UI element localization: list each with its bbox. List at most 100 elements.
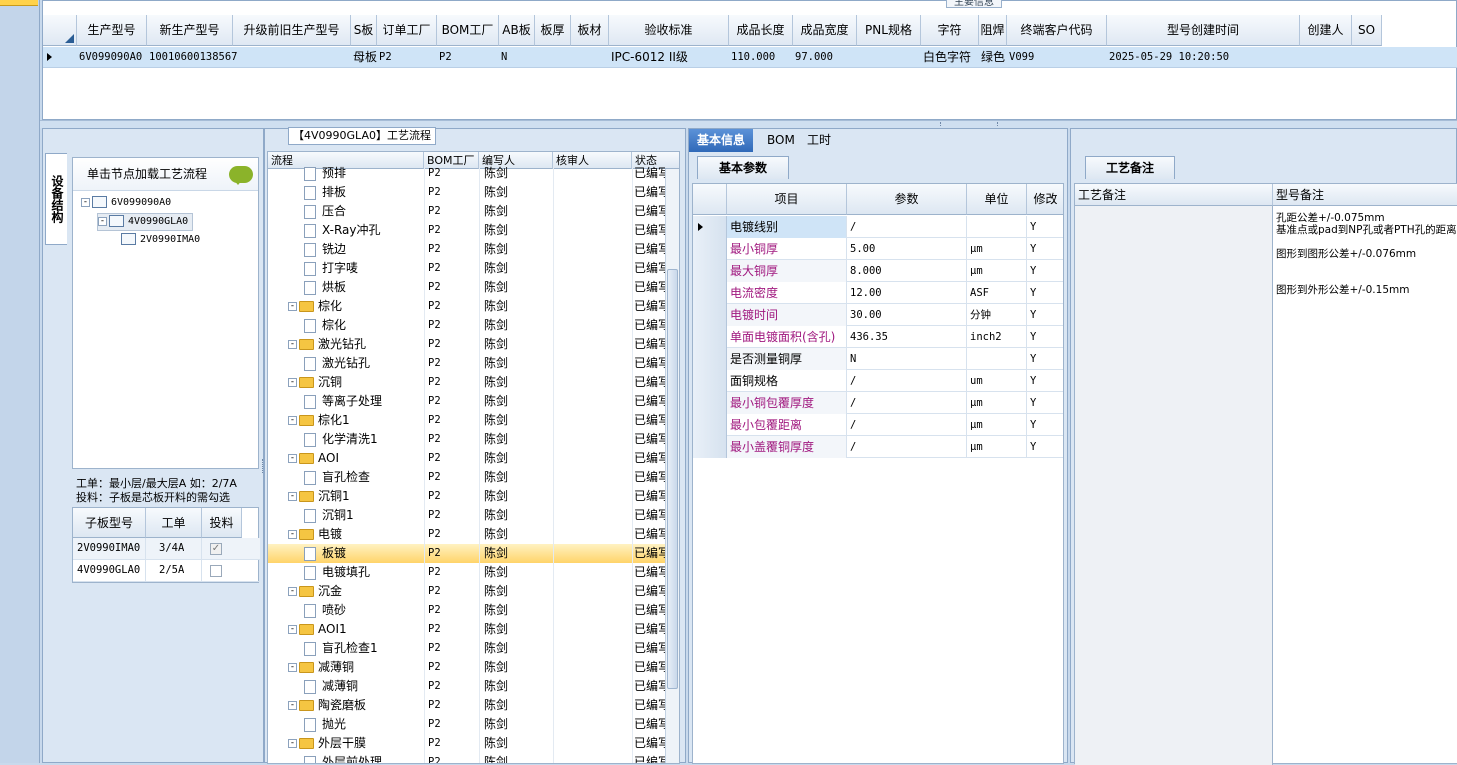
col-ab-board[interactable]: AB板 <box>499 15 535 46</box>
cell-width[interactable]: 97.000 <box>795 47 857 68</box>
collapse-icon[interactable]: - <box>98 216 107 226</box>
col-sub-model[interactable]: 子板型号 <box>73 508 146 538</box>
col-order[interactable]: 工单 <box>146 508 202 538</box>
cell-customer[interactable]: V099 <box>1009 47 1107 68</box>
col-solder[interactable]: 阻焊 <box>979 15 1007 46</box>
cell-ab-board[interactable]: N <box>501 47 535 68</box>
flow-row[interactable]: 减薄铜 P2 陈剑 已编写 <box>268 677 665 696</box>
collapse-icon[interactable]: - <box>288 416 297 425</box>
param-row[interactable]: 是否测量铜厚 N Y <box>693 348 1063 370</box>
flow-row[interactable]: - 沉铜 P2 陈剑 已编写 <box>268 373 665 392</box>
collapse-icon[interactable]: - <box>288 492 297 501</box>
col-item[interactable]: 项目 <box>727 184 847 215</box>
tree-node-grandchild[interactable]: 2V0990IMA0 <box>121 232 200 248</box>
param-value[interactable]: / <box>847 392 967 414</box>
flow-row[interactable]: 沉铜1 P2 陈剑 已编写 <box>268 506 665 525</box>
row-header[interactable] <box>693 414 727 436</box>
process-note-area[interactable] <box>1075 206 1273 765</box>
feed-checkbox[interactable] <box>210 565 222 577</box>
tab-basic-params[interactable]: 基本参数 <box>697 156 789 179</box>
cell-char[interactable]: 白色字符 <box>923 47 979 68</box>
col-new-model[interactable]: 新生产型号 <box>147 15 233 46</box>
row-header[interactable] <box>693 348 727 370</box>
flow-row[interactable]: 盲孔检查1 P2 陈剑 已编写 <box>268 639 665 658</box>
flow-row[interactable]: 棕化 P2 陈剑 已编写 <box>268 316 665 335</box>
col-unit[interactable]: 单位 <box>967 184 1027 215</box>
device-structure-tab[interactable]: 设备结构 <box>45 153 67 245</box>
flow-row[interactable]: 预排 P2 陈剑 已编写 <box>268 164 665 183</box>
collapse-icon[interactable]: - <box>288 302 297 311</box>
param-row[interactable]: 面铜规格 / um Y <box>693 370 1063 392</box>
scrollbar-thumb[interactable] <box>667 269 678 689</box>
flow-row[interactable]: - 陶瓷磨板 P2 陈剑 已编写 <box>268 696 665 715</box>
col-feed[interactable]: 投料 <box>202 508 242 538</box>
flow-row[interactable]: 外层前处理 P2 陈剑 已编写 <box>268 753 665 763</box>
flow-row[interactable]: - 电镀 P2 陈剑 已编写 <box>268 525 665 544</box>
col-acceptance[interactable]: 验收标准 <box>609 15 729 46</box>
tab-bom[interactable]: BOM <box>759 129 803 152</box>
col-length[interactable]: 成品长度 <box>729 15 793 46</box>
col-material[interactable]: 板材 <box>571 15 609 46</box>
flow-row[interactable]: - 减薄铜 P2 陈剑 已编写 <box>268 658 665 677</box>
tree-node-child[interactable]: - 4V0990GLA0 <box>97 213 194 231</box>
col-char[interactable]: 字符 <box>921 15 979 46</box>
collapse-icon[interactable]: - <box>288 739 297 748</box>
col-so[interactable]: SO <box>1352 15 1382 46</box>
flow-row[interactable]: X-Ray冲孔 P2 陈剑 已编写 <box>268 221 665 240</box>
col-creator[interactable]: 创建人 <box>1300 15 1352 46</box>
collapse-icon[interactable]: - <box>288 378 297 387</box>
col-s-board[interactable]: S板 <box>351 15 377 46</box>
param-row[interactable]: 最小盖覆铜厚度 / μm Y <box>693 436 1063 458</box>
flow-row[interactable]: 激光钻孔 P2 陈剑 已编写 <box>268 354 665 373</box>
param-row[interactable]: 最大铜厚 8.000 μm Y <box>693 260 1063 282</box>
cell-length[interactable]: 110.000 <box>731 47 793 68</box>
col-value[interactable]: 参数 <box>847 184 967 215</box>
flow-row[interactable]: 喷砂 P2 陈剑 已编写 <box>268 601 665 620</box>
col-production-model[interactable]: 生产型号 <box>77 15 147 46</box>
col-pnl[interactable]: PNL规格 <box>857 15 921 46</box>
collapse-icon[interactable]: - <box>81 197 90 207</box>
cell-acceptance[interactable]: IPC-6012 II级 <box>611 47 729 68</box>
col-created-time[interactable]: 型号创建时间 <box>1107 15 1300 46</box>
param-value[interactable]: 12.00 <box>847 282 967 304</box>
cell-bom-factory[interactable]: P2 <box>439 47 499 68</box>
tab-hours[interactable]: 工时 <box>799 129 839 152</box>
param-value[interactable]: 5.00 <box>847 238 967 260</box>
row-header[interactable] <box>693 392 727 414</box>
flow-row[interactable]: 电镀填孔 P2 陈剑 已编写 <box>268 563 665 582</box>
param-row[interactable]: 电镀线别 / Y <box>693 216 1063 238</box>
col-modify[interactable]: 修改 <box>1027 184 1063 215</box>
param-row[interactable]: 电镀时间 30.00 分钟 Y <box>693 304 1063 326</box>
row-header[interactable] <box>693 238 727 260</box>
param-row[interactable]: 最小铜厚 5.00 μm Y <box>693 238 1063 260</box>
feed-checkbox[interactable]: ✓ <box>210 543 222 555</box>
param-row[interactable]: 最小包覆距离 / μm Y <box>693 414 1063 436</box>
collapse-icon[interactable]: - <box>288 701 297 710</box>
param-value[interactable]: / <box>847 436 967 458</box>
collapse-icon[interactable]: - <box>288 340 297 349</box>
collapse-icon[interactable]: - <box>288 530 297 539</box>
row-header[interactable] <box>693 260 727 282</box>
flow-row[interactable]: 抛光 P2 陈剑 已编写 <box>268 715 665 734</box>
flow-row[interactable]: - AOI1 P2 陈剑 已编写 <box>268 620 665 639</box>
vertical-scrollbar[interactable] <box>665 169 679 763</box>
col-bom-factory[interactable]: BOM工厂 <box>437 15 499 46</box>
collapse-icon[interactable]: - <box>288 625 297 634</box>
flow-row[interactable]: - 沉铜1 P2 陈剑 已编写 <box>268 487 665 506</box>
flow-row[interactable]: - AOI P2 陈剑 已编写 <box>268 449 665 468</box>
param-value[interactable]: / <box>847 370 967 392</box>
flow-row[interactable]: 盲孔检查 P2 陈剑 已编写 <box>268 468 665 487</box>
param-value[interactable]: / <box>847 216 967 238</box>
main-info-tab[interactable]: 主要信息 <box>946 0 1002 8</box>
flow-row[interactable]: 排板 P2 陈剑 已编写 <box>268 183 665 202</box>
col-model-note[interactable]: 型号备注 <box>1273 184 1457 206</box>
collapse-icon[interactable]: - <box>288 454 297 463</box>
param-value[interactable]: / <box>847 414 967 436</box>
row-header[interactable] <box>693 282 727 304</box>
flow-row[interactable]: - 棕化1 P2 陈剑 已编写 <box>268 411 665 430</box>
cell-created-time[interactable]: 2025-05-29 10:20:50 <box>1109 47 1300 68</box>
tab-process-notes[interactable]: 工艺备注 <box>1085 156 1175 179</box>
flow-row[interactable]: 铣边 P2 陈剑 已编写 <box>268 240 665 259</box>
param-row[interactable]: 电流密度 12.00 ASF Y <box>693 282 1063 304</box>
flow-row[interactable]: 等离子处理 P2 陈剑 已编写 <box>268 392 665 411</box>
